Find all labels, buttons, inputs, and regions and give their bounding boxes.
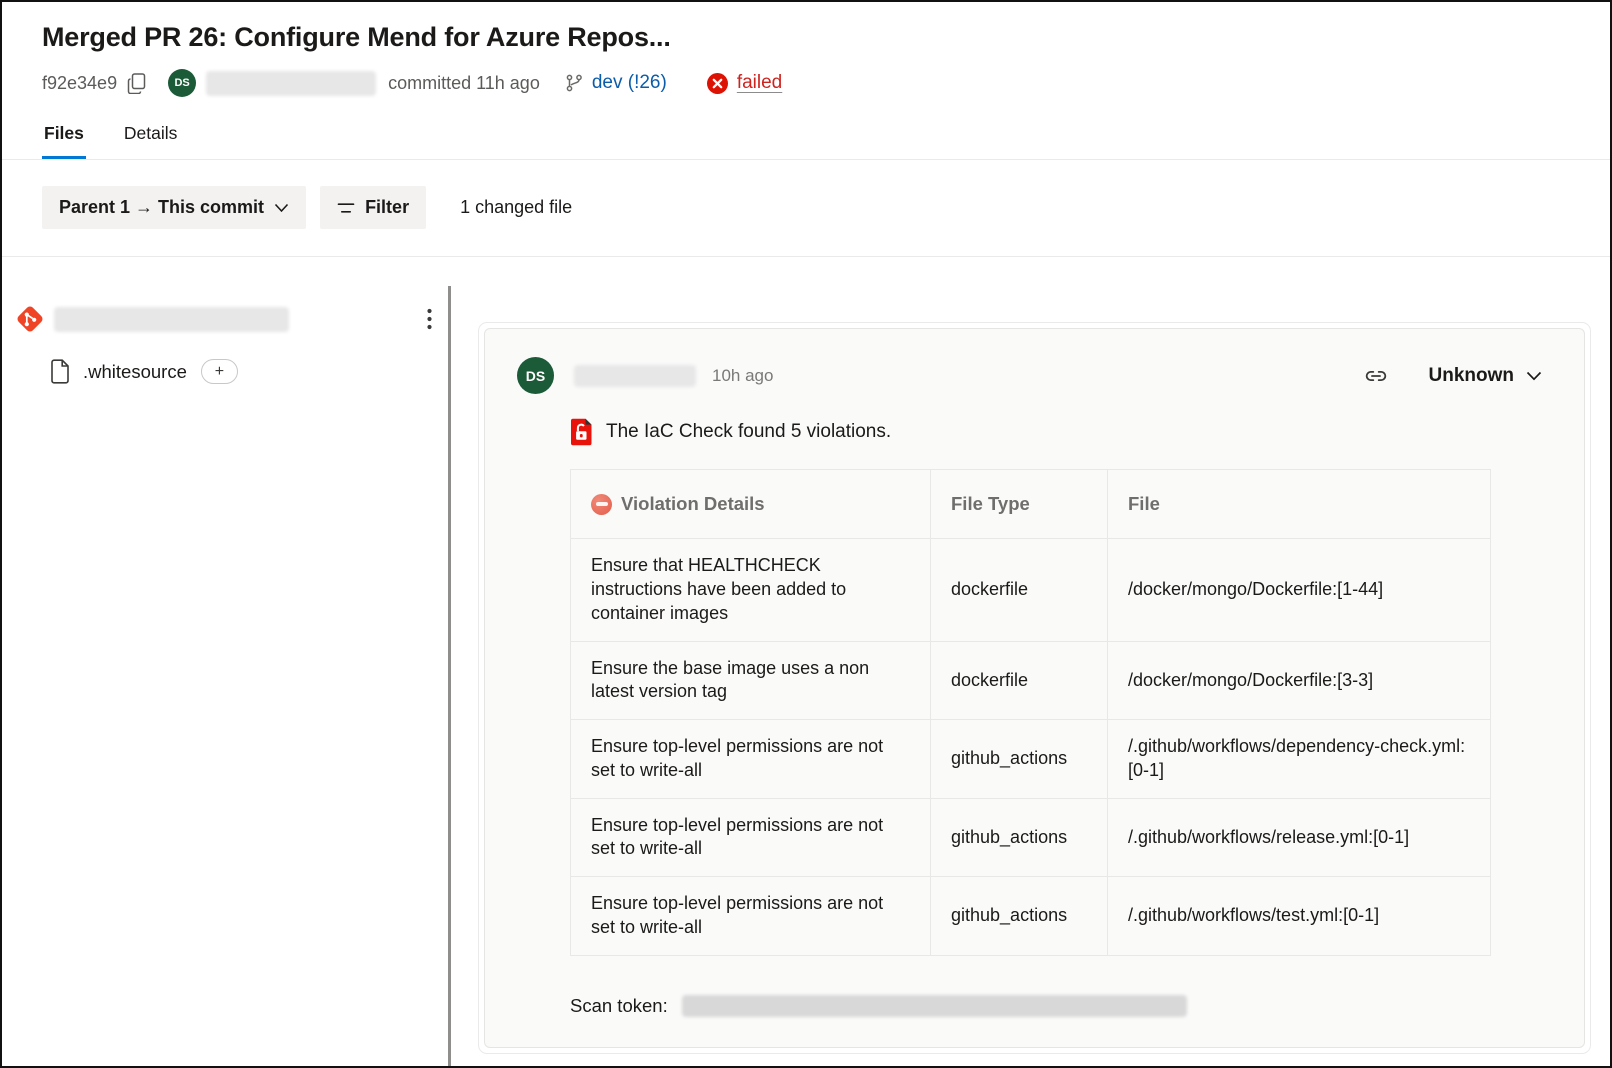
violation-file-type: github_actions (931, 798, 1108, 877)
comment-timestamp: 10h ago (712, 366, 773, 386)
commit-meta-row: f92e34e9 DS committed 11h ago dev (!26) (42, 69, 1570, 97)
violation-file: /.github/workflows/dependency-check.yml:… (1108, 720, 1491, 799)
violation-file: /docker/mongo/Dockerfile:[1-44] (1108, 539, 1491, 641)
commit-details-page: Merged PR 26: Configure Mend for Azure R… (0, 0, 1612, 1068)
tab-files[interactable]: Files (42, 119, 86, 159)
branch-link[interactable]: dev (!26) (592, 72, 667, 94)
repo-name-redacted (54, 307, 289, 332)
scan-token-redacted (682, 995, 1187, 1017)
violation-file: /.github/workflows/release.yml:[0-1] (1108, 798, 1491, 877)
diff-toolbar: Parent 1 → This commit Filter 1 changed … (2, 160, 1610, 257)
violation-row: Ensure top-level permissions are not set… (571, 877, 1491, 956)
comment-header: DS 10h ago Unknown (517, 357, 1548, 394)
column-file: File (1108, 470, 1491, 539)
violation-file-type: dockerfile (931, 641, 1108, 720)
changed-files-summary: 1 changed file (460, 197, 572, 218)
column-violation-details: Violation Details (571, 470, 931, 539)
tree-repo-node[interactable] (2, 299, 448, 339)
link-icon (1363, 363, 1389, 389)
unlocked-file-icon (570, 418, 593, 446)
violation-file-type: github_actions (931, 877, 1108, 956)
violation-file-type: github_actions (931, 720, 1108, 799)
file-name: .whitesource (83, 361, 187, 383)
failed-status-icon (707, 73, 728, 94)
page-title: Merged PR 26: Configure Mend for Azure R… (42, 22, 1570, 53)
file-icon (50, 359, 71, 384)
diff-main-panel: DS 10h ago Unknown (451, 286, 1610, 1066)
commit-time: committed 11h ago (388, 73, 540, 94)
violation-row: Ensure that HEALTHCHECK instructions hav… (571, 539, 1491, 641)
violation-detail: Ensure top-level permissions are not set… (571, 798, 931, 877)
violation-row: Ensure top-level permissions are not set… (571, 798, 1491, 877)
file-added-badge: + (201, 359, 238, 384)
tab-details[interactable]: Details (122, 119, 180, 159)
failed-status-link[interactable]: failed (737, 72, 782, 94)
tree-file-whitesource[interactable]: .whitesource + (2, 339, 448, 390)
violations-table-header-row: Violation Details File Type File (571, 470, 1491, 539)
violation-file-type: dockerfile (931, 539, 1108, 641)
violation-detail: Ensure top-level permissions are not set… (571, 877, 931, 956)
commit-hash: f92e34e9 (42, 73, 117, 94)
branch-group: dev (!26) (564, 72, 667, 94)
page-header: Merged PR 26: Configure Mend for Azure R… (2, 2, 1610, 97)
comment-card: DS 10h ago Unknown (484, 328, 1585, 1048)
violation-detail: Ensure that HEALTHCHECK instructions hav… (571, 539, 931, 641)
comment-body: The IaC Check found 5 violations. Violat… (570, 418, 1548, 1017)
diff-selector-dropdown[interactable]: Parent 1 → This commit (42, 186, 306, 229)
copy-comment-link-button[interactable] (1363, 363, 1389, 389)
branch-icon (564, 73, 584, 93)
scan-token-label: Scan token: (570, 995, 668, 1017)
thread-status-dropdown[interactable]: Unknown (1423, 364, 1549, 388)
comment-thread-container: DS 10h ago Unknown (478, 322, 1591, 1054)
filter-icon (337, 202, 355, 214)
violation-row: Ensure the base image uses a non latest … (571, 641, 1491, 720)
build-status: failed (707, 72, 782, 94)
scan-token-row: Scan token: (570, 995, 1548, 1017)
commit-author-name-redacted (206, 71, 376, 96)
git-repo-icon (14, 303, 46, 335)
copy-icon (127, 73, 146, 94)
violation-file: /.github/workflows/test.yml:[0-1] (1108, 877, 1491, 956)
copy-hash-button[interactable] (127, 73, 146, 94)
column-label: Violation Details (621, 492, 765, 516)
iac-check-message: The IaC Check found 5 violations. (606, 421, 891, 443)
violation-row: Ensure top-level permissions are not set… (571, 720, 1491, 799)
violation-detail: Ensure the base image uses a non latest … (571, 641, 931, 720)
thread-status-label: Unknown (1429, 365, 1515, 387)
comment-author-avatar: DS (517, 357, 554, 394)
iac-check-message-row: The IaC Check found 5 violations. (570, 418, 1548, 446)
column-file-type: File Type (931, 470, 1108, 539)
kebab-menu-icon (427, 308, 432, 330)
violation-file: /docker/mongo/Dockerfile:[3-3] (1108, 641, 1491, 720)
violation-detail: Ensure top-level permissions are not set… (571, 720, 931, 799)
file-tree-panel: .whitesource + (2, 286, 448, 1066)
violation-blocked-icon (591, 494, 612, 515)
tab-bar: Files Details (2, 119, 1610, 160)
filter-label: Filter (365, 197, 409, 218)
diff-selector-label: Parent 1 → This commit (59, 197, 264, 218)
chevron-down-icon (1526, 371, 1542, 381)
commit-author-avatar: DS (168, 69, 196, 97)
content-area: .whitesource + DS 10h ago (2, 286, 1610, 1066)
tree-more-options-button[interactable] (427, 308, 432, 330)
chevron-down-icon (274, 203, 289, 213)
comment-author-name-redacted (574, 365, 696, 387)
violations-table: Violation Details File Type File Ensure … (570, 469, 1491, 956)
filter-button[interactable]: Filter (320, 186, 426, 229)
